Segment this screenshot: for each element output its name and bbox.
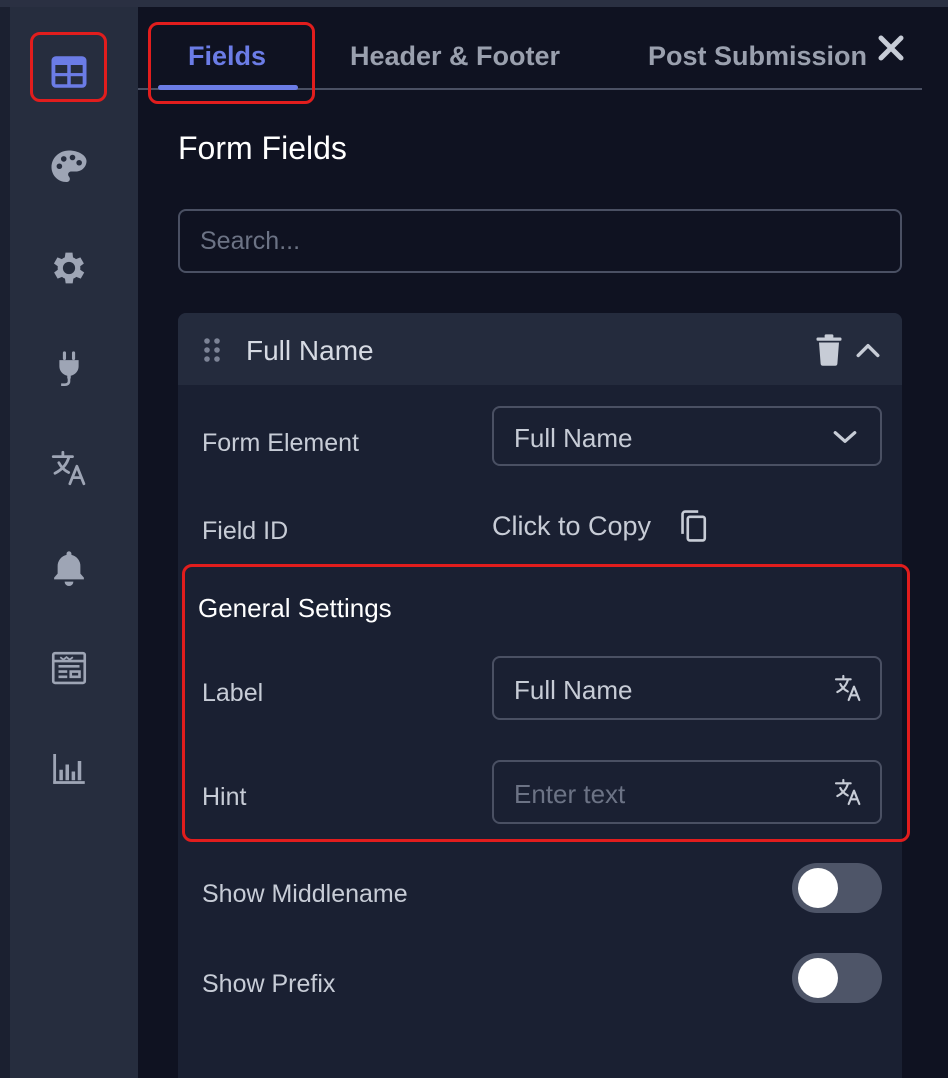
trash-icon[interactable] bbox=[814, 333, 844, 367]
field-card-header[interactable]: Full Name bbox=[178, 313, 902, 385]
chevron-down-icon bbox=[833, 431, 857, 443]
close-icon[interactable] bbox=[876, 33, 906, 63]
translate-icon bbox=[51, 450, 86, 486]
hint-field-label: Hint bbox=[202, 783, 247, 811]
general-settings-title: General Settings bbox=[198, 593, 392, 623]
toggle-knob bbox=[798, 868, 838, 908]
tab-header-footer[interactable]: Header & Footer bbox=[350, 41, 560, 72]
main-panel: Fields Header & Footer Post Submission F… bbox=[138, 7, 948, 1078]
sidebar-item-integrations[interactable] bbox=[44, 343, 94, 393]
sidebar-item-entries[interactable] bbox=[44, 643, 94, 693]
label-field-label: Label bbox=[202, 679, 264, 707]
bell-icon bbox=[54, 551, 84, 587]
tab-post-submission[interactable]: Post Submission bbox=[648, 41, 867, 72]
sidebar-item-reports[interactable] bbox=[44, 743, 94, 793]
table-layout-icon bbox=[51, 56, 87, 88]
sidebar-item-fields[interactable] bbox=[44, 47, 94, 97]
toggle-knob bbox=[798, 958, 838, 998]
tab-fields[interactable]: Fields bbox=[188, 41, 266, 72]
show-middlename-label: Show Middlename bbox=[202, 880, 408, 908]
top-border bbox=[0, 0, 948, 7]
active-tab-indicator bbox=[158, 85, 298, 90]
hint-input-placeholder: Enter text bbox=[514, 779, 626, 809]
drag-handle-icon[interactable] bbox=[202, 337, 222, 363]
show-prefix-toggle[interactable] bbox=[792, 953, 882, 1003]
click-to-copy[interactable]: Click to Copy bbox=[492, 511, 651, 542]
form-element-label: Form Element bbox=[202, 429, 359, 457]
field-id-label: Field ID bbox=[202, 517, 289, 545]
newspaper-icon bbox=[51, 651, 87, 685]
translate-icon[interactable] bbox=[832, 672, 864, 704]
form-element-value: Full Name bbox=[514, 423, 633, 453]
show-middlename-toggle[interactable] bbox=[792, 863, 882, 913]
sidebar-item-settings[interactable] bbox=[44, 243, 94, 293]
field-card: Full Name Form Element Full Name Field I… bbox=[178, 313, 902, 1078]
translate-icon[interactable] bbox=[832, 776, 864, 808]
form-element-select[interactable]: Full Name bbox=[492, 406, 882, 466]
search-input[interactable] bbox=[178, 209, 902, 273]
bar-chart-icon bbox=[53, 754, 85, 784]
hint-input[interactable]: Enter text bbox=[492, 760, 882, 824]
section-title: Form Fields bbox=[178, 130, 347, 166]
gear-icon bbox=[53, 252, 85, 284]
sidebar-item-design[interactable] bbox=[44, 143, 94, 193]
plug-icon bbox=[59, 351, 79, 386]
label-input-value: Full Name bbox=[514, 675, 633, 705]
chevron-up-icon[interactable] bbox=[854, 337, 882, 363]
label-input[interactable]: Full Name bbox=[492, 656, 882, 720]
palette-icon bbox=[51, 150, 87, 182]
copy-icon[interactable] bbox=[678, 509, 708, 543]
sidebar-item-notifications[interactable] bbox=[44, 543, 94, 593]
field-card-title: Full Name bbox=[246, 335, 374, 366]
sidebar-edge bbox=[0, 7, 10, 1078]
tab-bar: Fields Header & Footer Post Submission bbox=[138, 7, 922, 90]
show-prefix-label: Show Prefix bbox=[202, 970, 336, 998]
sidebar bbox=[0, 7, 138, 1078]
sidebar-item-translations[interactable] bbox=[44, 443, 94, 493]
